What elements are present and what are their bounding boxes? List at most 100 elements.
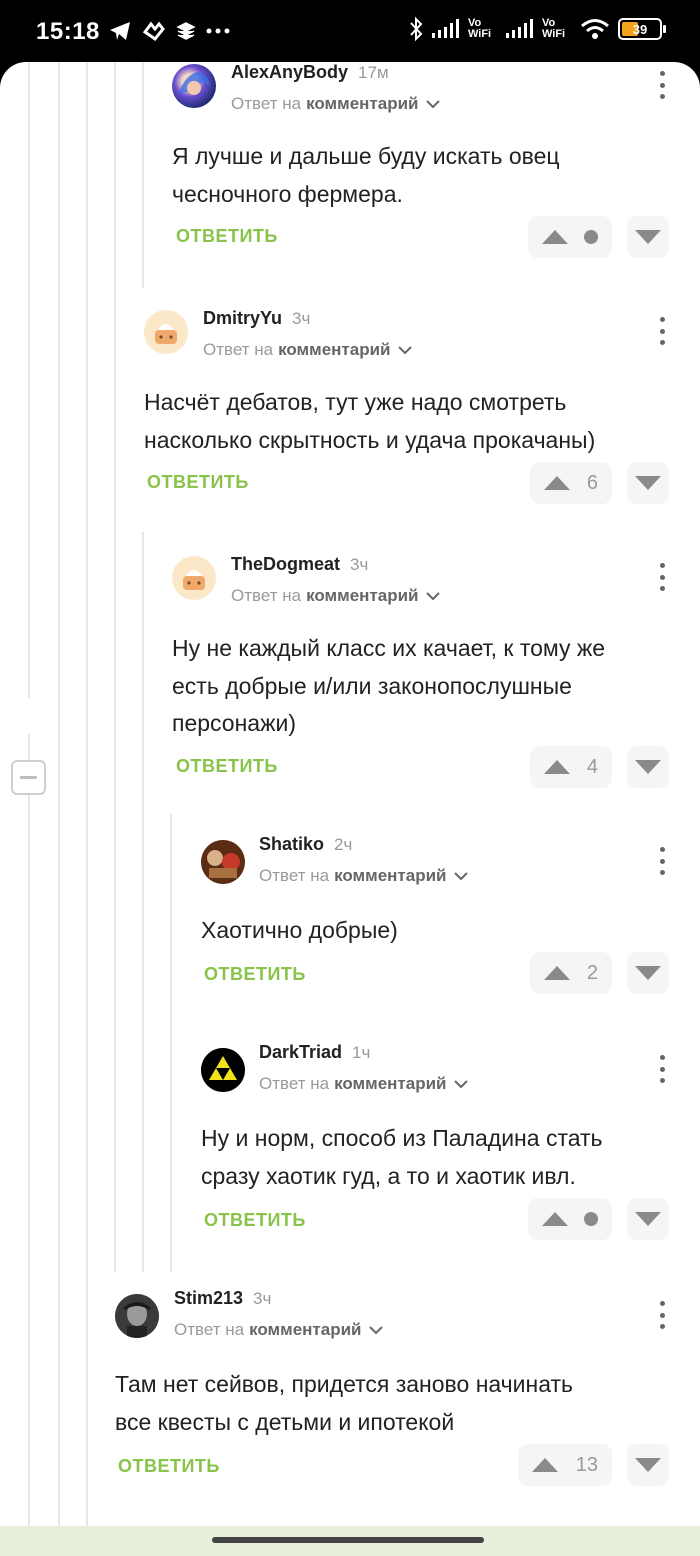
vote-box bbox=[528, 1198, 612, 1240]
comment-text: Я лучше и дальше буду искать овец чесноч… bbox=[172, 143, 560, 207]
username[interactable]: DarkTriad 1ч bbox=[259, 1042, 370, 1063]
reply-button[interactable]: ОТВЕТИТЬ bbox=[147, 472, 249, 493]
comment-text: Насчёт дебатов, тут уже надо смотреть на… bbox=[144, 389, 596, 453]
chevron-down-icon bbox=[454, 871, 469, 880]
vote-count: 2 bbox=[586, 961, 598, 984]
reply-button[interactable]: ОТВЕТИТЬ bbox=[204, 964, 306, 985]
more-options-icon[interactable] bbox=[652, 314, 672, 348]
comment-time: 3ч bbox=[292, 309, 311, 328]
comment: Stim213 3ч Ответ на комментарий Там нет се… bbox=[0, 1286, 700, 1506]
chevron-down-icon bbox=[426, 99, 441, 108]
reply-to-link[interactable]: Ответ на комментарий bbox=[174, 1320, 384, 1340]
downvote-icon bbox=[635, 230, 661, 244]
status-bar: 15:18 Vo WiFi Vo WiFi 39 bbox=[0, 0, 700, 64]
comment-time: 17м bbox=[358, 63, 389, 82]
more-icon bbox=[206, 28, 230, 34]
vote-box: 2 bbox=[530, 952, 612, 994]
upvote-icon[interactable] bbox=[532, 1458, 558, 1472]
username[interactable]: TheDogmeat 3ч bbox=[231, 554, 368, 575]
vote-box: 4 bbox=[530, 746, 612, 788]
downvote-icon bbox=[635, 1212, 661, 1226]
vote-count: 13 bbox=[575, 1453, 598, 1476]
avatar[interactable] bbox=[115, 1294, 159, 1338]
comment: DmitryYu 3ч Ответ на комментарий Насчёт де… bbox=[0, 302, 700, 522]
avatar[interactable] bbox=[201, 1048, 245, 1092]
signal-icon bbox=[506, 19, 533, 38]
vowifi-label: Vo WiFi bbox=[468, 17, 492, 40]
app-icon bbox=[142, 21, 165, 42]
vote-count: 4 bbox=[586, 755, 598, 778]
avatar[interactable] bbox=[201, 840, 245, 884]
comment: AlexAnyBody 17м Ответ на комментарий Я луч… bbox=[0, 62, 700, 282]
downvote-icon bbox=[635, 966, 661, 980]
reply-to-link[interactable]: Ответ на комментарий bbox=[231, 586, 441, 606]
signal-icon bbox=[432, 19, 459, 38]
upvote-icon[interactable] bbox=[542, 230, 568, 244]
comment-time: 2ч bbox=[334, 835, 353, 854]
comment: TheDogmeat 3ч Ответ на комментарий Ну не к… bbox=[0, 548, 700, 798]
comment: Shatiko 2ч Ответ на комментарий Хаотично д… bbox=[0, 832, 700, 1012]
downvote-button[interactable] bbox=[627, 952, 669, 994]
comment-text: Ну и норм, способ из Паладина стать сраз… bbox=[201, 1125, 603, 1189]
username[interactable]: AlexAnyBody 17м bbox=[231, 62, 389, 83]
downvote-button[interactable] bbox=[627, 216, 669, 258]
chevron-down-icon bbox=[369, 1325, 384, 1334]
vote-count: 6 bbox=[586, 471, 598, 494]
username[interactable]: Stim213 3ч bbox=[174, 1288, 271, 1309]
status-time: 15:18 bbox=[36, 18, 100, 45]
upvote-icon[interactable] bbox=[544, 966, 570, 980]
upvote-icon[interactable] bbox=[544, 476, 570, 490]
reply-to-link[interactable]: Ответ на комментарий bbox=[231, 94, 441, 114]
avatar[interactable] bbox=[144, 310, 188, 354]
more-options-icon[interactable] bbox=[652, 844, 672, 878]
downvote-icon bbox=[635, 1458, 661, 1472]
vowifi-label: Vo WiFi bbox=[542, 17, 566, 40]
username[interactable]: DmitryYu 3ч bbox=[203, 308, 310, 329]
chevron-down-icon bbox=[398, 345, 413, 354]
telegram-icon bbox=[110, 22, 130, 40]
reply-button[interactable]: ОТВЕТИТЬ bbox=[118, 1456, 220, 1477]
upvote-icon[interactable] bbox=[544, 760, 570, 774]
comments-thread[interactable]: AlexAnyBody 17м Ответ на комментарий Я луч… bbox=[0, 62, 700, 1556]
vote-box: 6 bbox=[530, 462, 612, 504]
username[interactable]: Shatiko 2ч bbox=[259, 834, 352, 855]
comment-time: 3ч bbox=[350, 555, 369, 574]
comment-text: Хаотично добрые) bbox=[201, 917, 398, 943]
chevron-down-icon bbox=[454, 1079, 469, 1088]
bluetooth-icon bbox=[410, 16, 423, 42]
reply-to-link[interactable]: Ответ на комментарий bbox=[259, 866, 469, 886]
reply-to-link[interactable]: Ответ на комментарий bbox=[259, 1074, 469, 1094]
more-options-icon[interactable] bbox=[652, 560, 672, 594]
avatar[interactable] bbox=[172, 556, 216, 600]
avatar[interactable] bbox=[172, 64, 216, 108]
vote-box: 13 bbox=[518, 1444, 612, 1486]
more-options-icon[interactable] bbox=[652, 1052, 672, 1086]
reply-button[interactable]: ОТВЕТИТЬ bbox=[204, 1210, 306, 1231]
downvote-icon bbox=[635, 760, 661, 774]
downvote-button[interactable] bbox=[627, 462, 669, 504]
vote-box bbox=[528, 216, 612, 258]
navigation-bar bbox=[0, 1526, 700, 1556]
comment-text: Ну не каждый класс их качает, к тому же … bbox=[172, 635, 606, 736]
rating-hidden-dot bbox=[584, 1212, 598, 1226]
downvote-button[interactable] bbox=[627, 1444, 669, 1486]
downvote-button[interactable] bbox=[627, 1198, 669, 1240]
comment-text: Там нет сейвов, придется заново начинать… bbox=[115, 1371, 574, 1435]
stack-icon bbox=[176, 22, 196, 40]
comment-time: 3ч bbox=[253, 1289, 272, 1308]
downvote-icon bbox=[635, 476, 661, 490]
more-options-icon[interactable] bbox=[652, 1298, 672, 1332]
reply-button[interactable]: ОТВЕТИТЬ bbox=[176, 226, 278, 247]
comment: DarkTriad 1ч Ответ на комментарий Ну и нор… bbox=[0, 1040, 700, 1250]
reply-to-link[interactable]: Ответ на комментарий bbox=[203, 340, 413, 360]
rating-hidden-dot bbox=[584, 230, 598, 244]
upvote-icon[interactable] bbox=[542, 1212, 568, 1226]
home-gesture-handle[interactable] bbox=[212, 1537, 484, 1543]
wifi-icon bbox=[581, 19, 609, 39]
chevron-down-icon bbox=[426, 591, 441, 600]
downvote-button[interactable] bbox=[627, 746, 669, 788]
comment-time: 1ч bbox=[352, 1043, 371, 1062]
reply-button[interactable]: ОТВЕТИТЬ bbox=[176, 756, 278, 777]
more-options-icon[interactable] bbox=[652, 68, 672, 102]
battery-indicator: 39 bbox=[618, 18, 666, 40]
